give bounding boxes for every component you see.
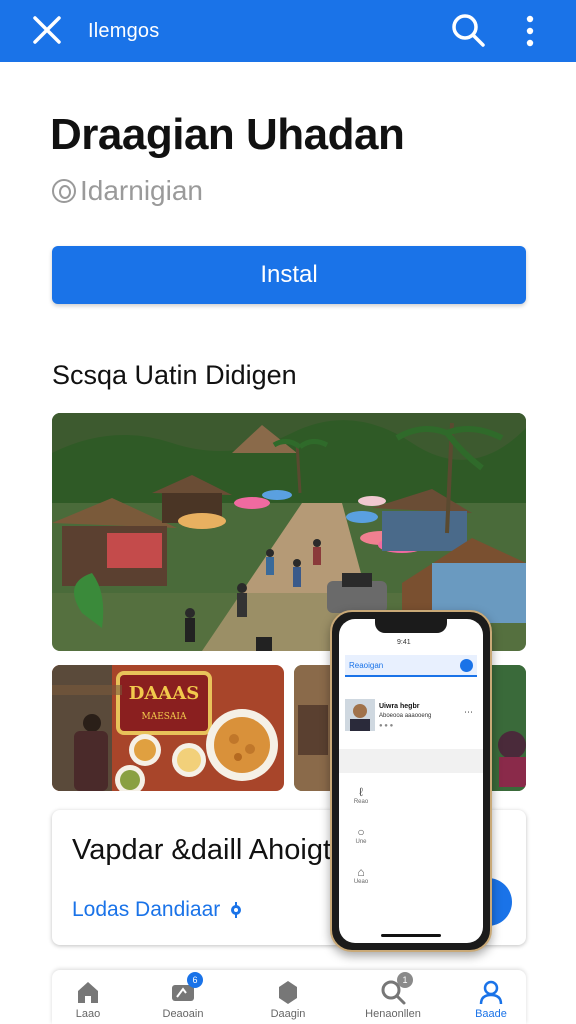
phone-item-icon: ⌂ xyxy=(357,865,365,879)
nav-label: Laao xyxy=(75,1008,101,1020)
screenshots-section-title: Scsqa Uatin Didigen xyxy=(52,360,297,390)
nav-label: Deaoain xyxy=(162,1008,204,1020)
phone-search-bar[interactable]: Reaoigan xyxy=(345,655,477,677)
app-name: Draagian Uhadan xyxy=(50,110,405,159)
app-bar-title: Ilemgos xyxy=(88,20,160,42)
food-sign-text: DAAAS xyxy=(129,683,200,704)
phone-panel xyxy=(339,749,483,773)
nav-item-games[interactable]: 6 Deaoain xyxy=(138,972,228,1020)
nav-label: Daagin xyxy=(270,1008,306,1020)
food-sign-subtext: MAESAIA xyxy=(141,712,187,722)
phone-mockup: 9:41 Reaoigan Uiwra hegbr Aboeooa aaaooe… xyxy=(330,610,492,952)
phone-item-label: Une xyxy=(355,839,367,845)
phone-item-icon: ℓ xyxy=(359,785,363,799)
card-title: Vapdar &daill Ahoigt xyxy=(72,834,332,866)
phone-search-text: Reaoigan xyxy=(349,661,384,670)
phone-item-icon: ○ xyxy=(357,825,365,839)
developer-row[interactable]: Idarnigian xyxy=(52,175,203,207)
nav-label: Baade xyxy=(475,1008,507,1020)
phone-menu-item[interactable]: ○ Une xyxy=(349,825,373,845)
phone-user-sub: Aboeooa aaaooeng xyxy=(379,713,432,719)
bottom-navigation: Laao 6 Deaoain Daagin 1 Henaonllen Baade xyxy=(52,970,526,1024)
games-icon: 6 xyxy=(169,972,203,1006)
search-icon: 1 xyxy=(379,972,413,1006)
check-icon xyxy=(460,659,473,672)
nav-item-search[interactable]: 1 Henaonllen xyxy=(348,972,438,1020)
nav-item-tags[interactable]: Daagin xyxy=(243,978,333,1020)
phone-status-time: 9:41 xyxy=(397,639,411,646)
phone-menu-item[interactable]: ⌂ Ueao xyxy=(349,865,373,885)
phone-item-label: Reao xyxy=(353,799,369,805)
phone-user-name: Uiwra hegbr xyxy=(379,703,420,710)
avatar xyxy=(345,699,375,731)
nav-item-home[interactable]: Laao xyxy=(43,978,133,1020)
phone-user-row[interactable]: Uiwra hegbr Aboeooa aaaooeng ● ● ● ⋯ xyxy=(345,699,477,735)
at-icon xyxy=(52,179,76,203)
phone-user-meta: ● ● ● xyxy=(379,723,394,729)
home-icon xyxy=(78,982,98,1003)
nav-badge: 6 xyxy=(187,972,203,988)
tag-icon xyxy=(279,981,297,1004)
nav-label: Henaonllen xyxy=(365,1008,421,1020)
phone-notch xyxy=(375,619,447,633)
more-horizontal-icon[interactable]: ⋯ xyxy=(464,707,473,718)
close-icon[interactable] xyxy=(30,13,64,47)
nav-item-account[interactable]: Baade xyxy=(446,978,536,1020)
more-vertical-icon[interactable] xyxy=(520,14,540,48)
account-icon xyxy=(479,980,503,1005)
top-app-bar: Ilemgos xyxy=(0,0,576,62)
phone-item-label: Ueao xyxy=(353,879,369,885)
gear-icon xyxy=(231,902,242,918)
screenshot-food-stall[interactable]: DAAAS MAESAIA xyxy=(52,665,284,791)
home-indicator xyxy=(381,934,441,937)
install-button[interactable]: Instal xyxy=(52,246,526,304)
developer-name: Idarnigian xyxy=(80,175,203,206)
card-link[interactable]: Lodas Dandiaar xyxy=(72,898,244,922)
nav-badge: 1 xyxy=(397,972,413,988)
phone-screen: 9:41 Reaoigan Uiwra hegbr Aboeooa aaaooe… xyxy=(339,619,483,943)
card-link-label: Lodas Dandiaar xyxy=(72,898,221,921)
search-icon[interactable] xyxy=(450,12,486,48)
phone-menu-item[interactable]: ℓ Reao xyxy=(349,785,373,805)
